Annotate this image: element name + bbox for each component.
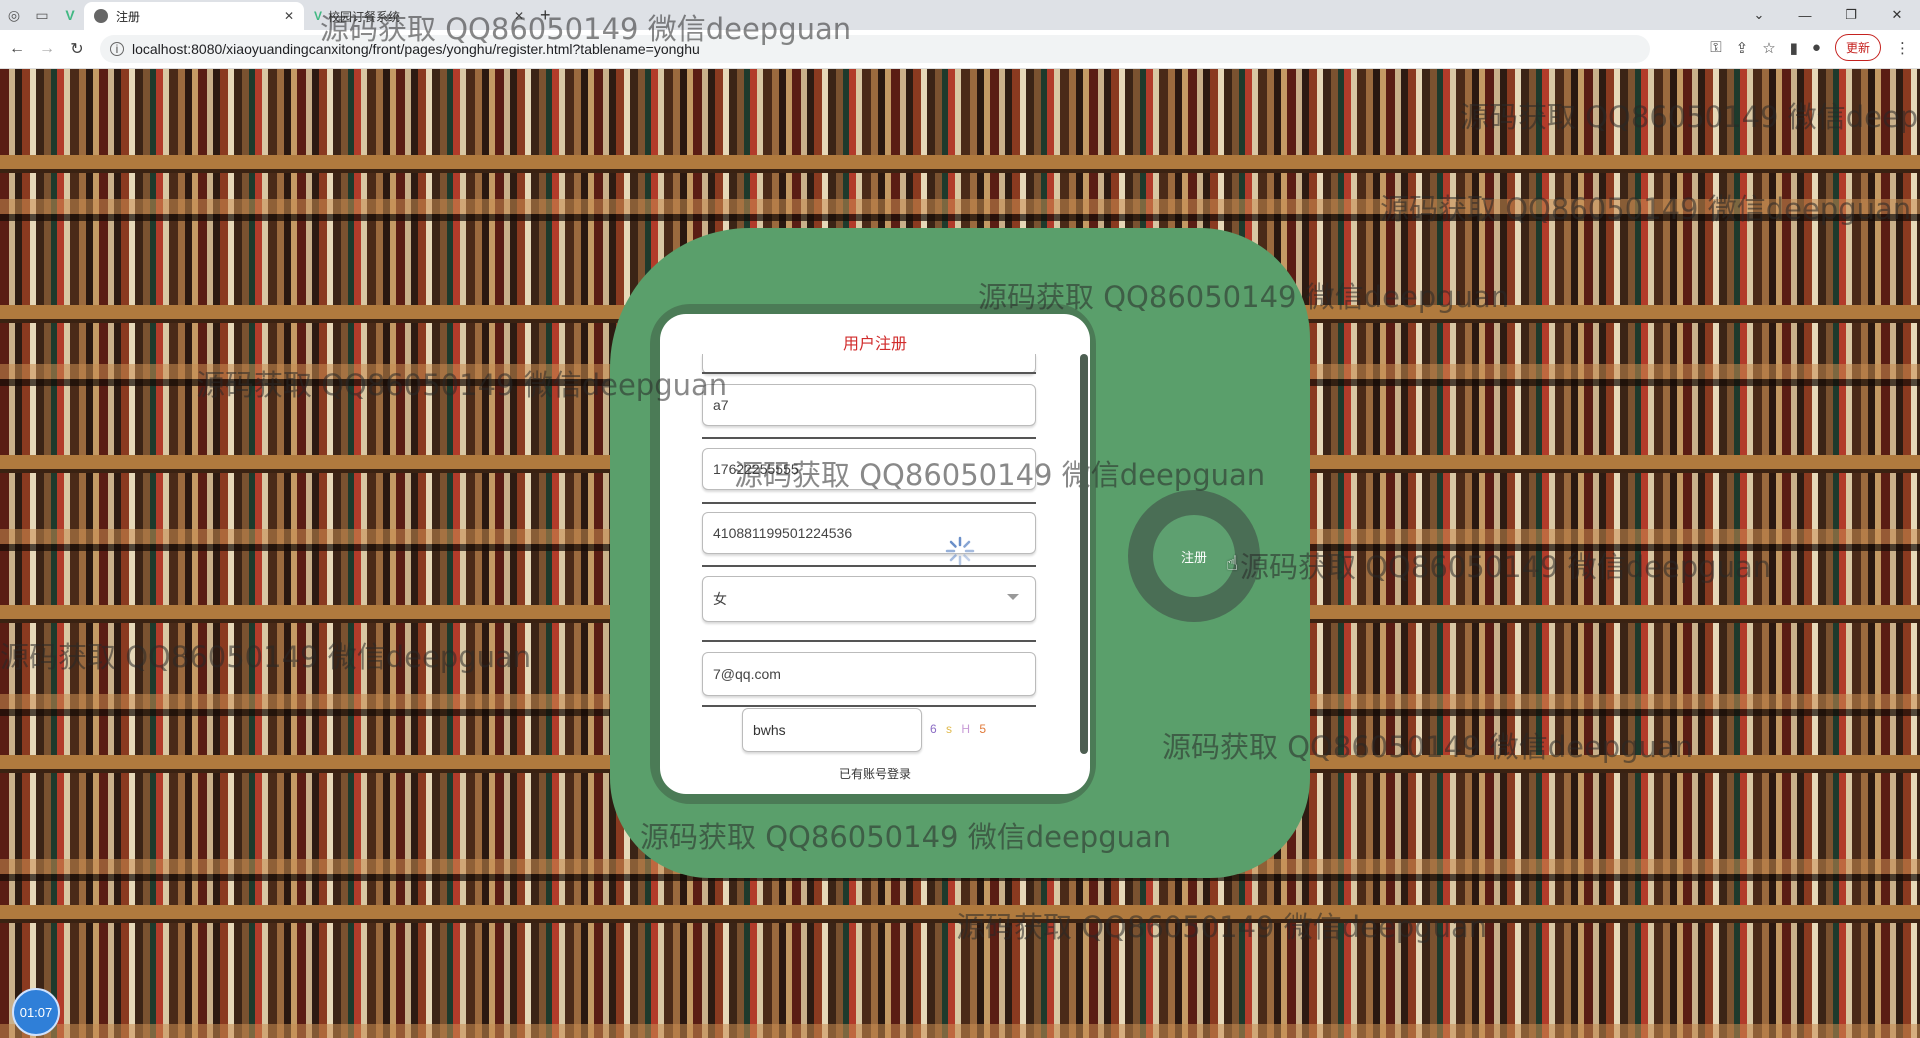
profile-avatar-icon[interactable]: ● [1812,39,1821,56]
gender-select-value: 女 [713,591,727,607]
captcha-char: s [946,722,956,736]
restore-icon[interactable]: ❐ [1828,0,1874,30]
site-info-icon[interactable]: i [110,42,124,56]
forward-arrow-icon[interactable]: → [34,40,60,58]
tab-search-icon[interactable]: ▭ [28,1,56,29]
id-card-field[interactable]: 410881199501224536 [702,512,1036,554]
captcha-input[interactable]: bwhs [742,708,922,752]
tab-system-label: 校园订餐系统 [328,9,401,24]
register-form: 用户注册 a7 17622255555 410881199501224536 女… [660,314,1090,794]
reload-icon[interactable]: ↻ [64,39,90,59]
field-divider [702,437,1036,439]
window-controls: ⌄ — ❐ ✕ [1736,0,1920,30]
captcha-char: H [961,722,974,736]
browser-toolbar: ← → ↻ i localhost:8080/xiaoyuandingcanxi… [0,30,1920,69]
chevron-down-icon [1007,594,1019,600]
minimize-icon[interactable]: — [1782,0,1828,30]
loading-spinner-icon [945,536,975,566]
field-divider [702,565,1036,567]
captcha-char: 5 [979,722,990,736]
side-panel-icon[interactable]: ▮ [1790,39,1798,57]
name-field[interactable]: a7 [702,384,1036,426]
captcha-char: 6 [930,722,940,736]
new-tab-button[interactable]: + [540,5,551,26]
bookmark-star-icon[interactable]: ☆ [1762,39,1775,57]
hand-cursor-icon: ☝ [1226,553,1239,575]
form-title: 用户注册 [842,336,907,353]
back-arrow-icon[interactable]: ← [4,40,30,58]
address-bar[interactable]: i localhost:8080/xiaoyuandingcanxitong/f… [100,35,1650,63]
vue-devtools-icon[interactable]: V [56,1,84,29]
form-scrollbar[interactable] [1080,354,1088,754]
share-icon[interactable]: ⇪ [1736,39,1749,57]
tab-register[interactable]: 注册 ✕ [84,2,304,30]
key-icon[interactable]: ⚿ [1710,39,1721,56]
browser-tab-bar: ◎ ▭ V 注册 ✕ V 校园订餐系统 ✕ + ⌄ — ❐ ✕ [0,0,1920,30]
phone-field[interactable]: 17622255555 [702,448,1036,490]
url-text: localhost:8080/xiaoyuandingcanxitong/fro… [132,41,700,57]
captcha-image[interactable]: 6 s H 5 [930,722,989,736]
register-button[interactable]: 注册 [1153,515,1235,597]
field-divider [702,502,1036,504]
browser-app-icon[interactable]: ◎ [0,1,28,29]
menu-kebab-icon[interactable]: ⋮ [1895,39,1910,57]
recording-timer: 01:07 [12,988,60,1036]
username-field[interactable] [702,354,1036,374]
toolbar-actions: ⚿ ⇪ ☆ ▮ ● 更新 ⋮ [1710,34,1910,61]
field-divider [702,372,1036,374]
tab-system[interactable]: V 校园订餐系统 ✕ [304,2,534,30]
email-field[interactable]: 7@qq.com [702,652,1036,696]
login-link[interactable]: 已有账号登录 [660,765,1090,782]
tab-list-chevron-icon[interactable]: ⌄ [1736,0,1782,30]
close-tab-icon[interactable]: ✕ [514,9,524,23]
tab-register-label: 注册 [116,9,141,24]
gender-select[interactable]: 女 [702,576,1036,622]
close-window-icon[interactable]: ✕ [1874,0,1920,30]
vue-logo-icon: V [314,9,323,23]
field-divider [702,640,1036,642]
update-button[interactable]: 更新 [1834,34,1881,61]
field-divider [702,705,1036,707]
close-tab-icon[interactable]: ✕ [284,9,294,23]
globe-icon [94,9,108,23]
